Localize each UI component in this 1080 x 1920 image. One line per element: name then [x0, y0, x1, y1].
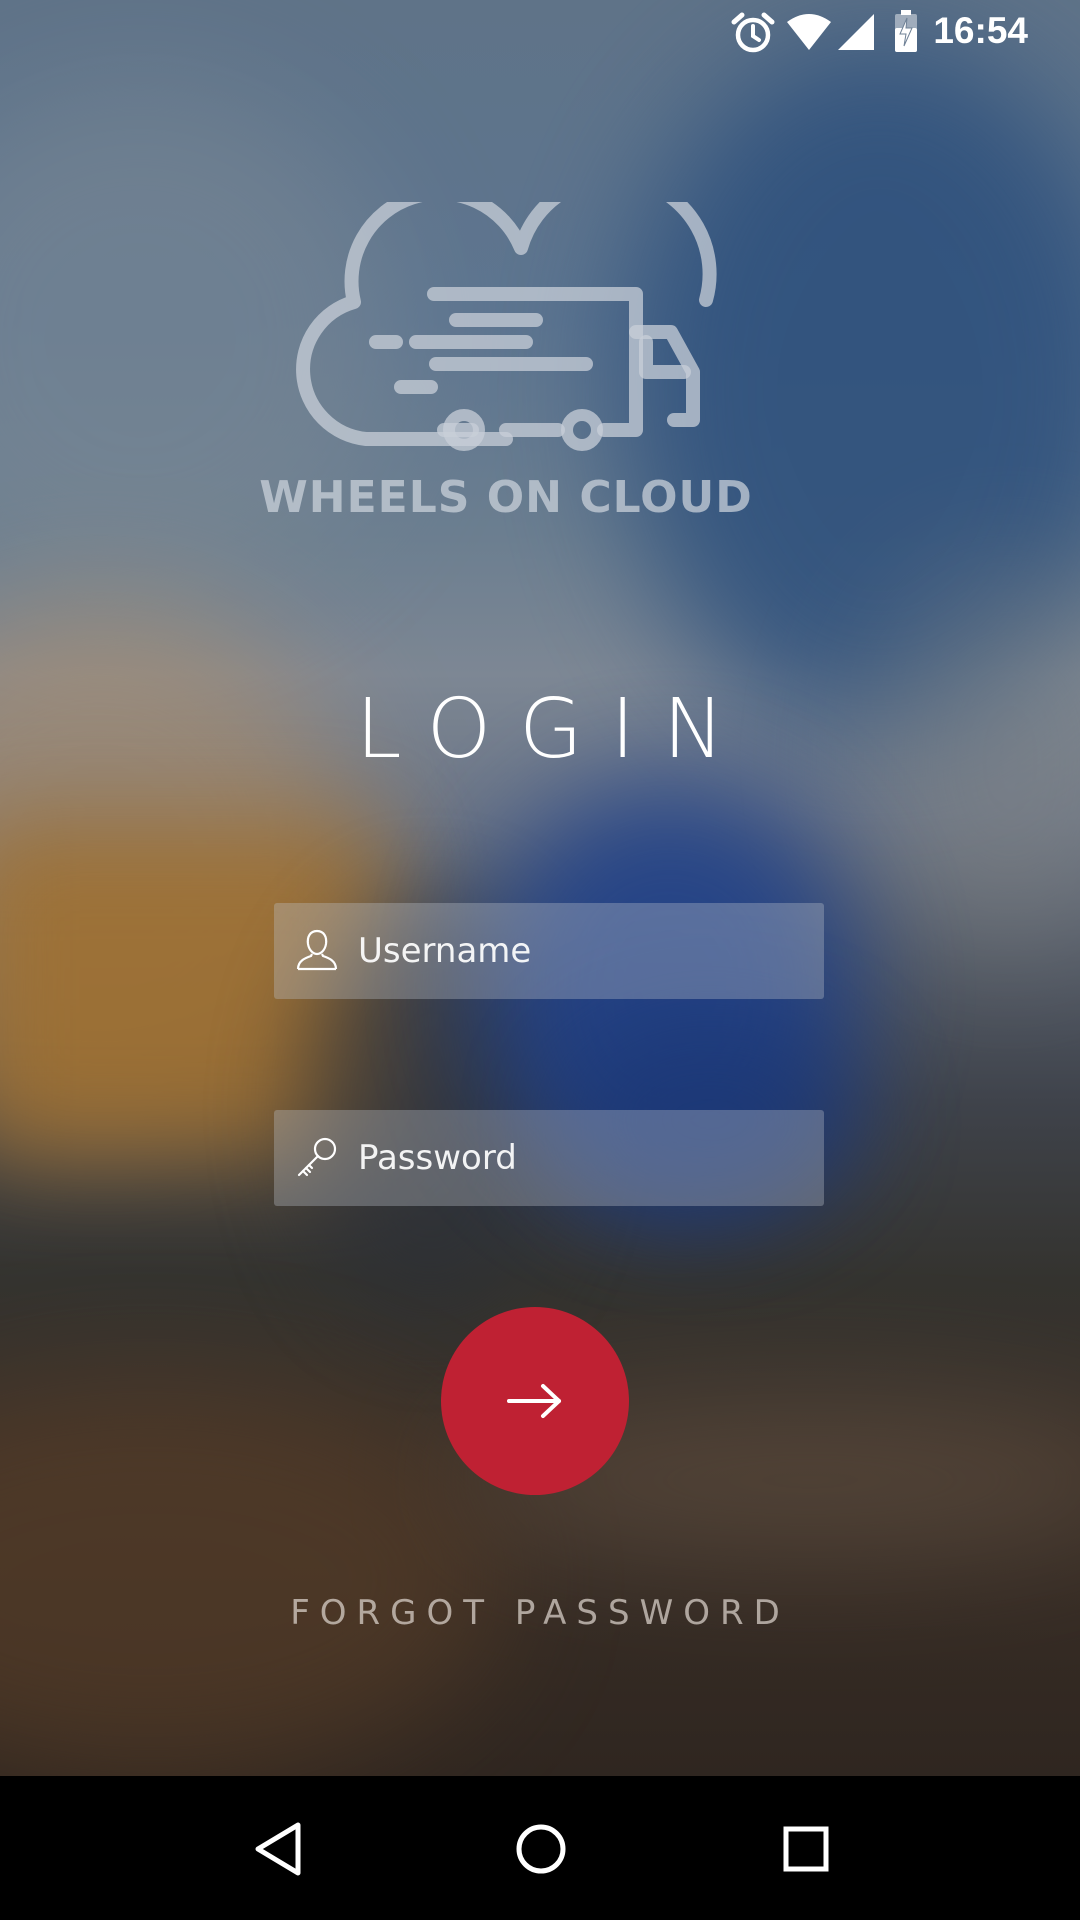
cell-signal-icon	[838, 14, 874, 50]
arrow-right-icon	[507, 1384, 561, 1418]
wifi-icon	[787, 14, 831, 50]
login-submit-button[interactable]	[441, 1307, 629, 1495]
recents-icon	[783, 1826, 829, 1872]
forgot-password-link[interactable]: FORGOT PASSWORD	[0, 1590, 1080, 1636]
login-screen: 16:54 WHEELS ON CLOUD LOGIN Username FOR…	[0, 0, 1080, 1920]
clock: 16:54	[933, 10, 1028, 51]
battery-charging-icon	[895, 10, 917, 52]
home-icon	[516, 1824, 566, 1874]
key-icon	[297, 1137, 337, 1177]
home-button[interactable]	[506, 1814, 576, 1884]
alarm-icon	[731, 12, 775, 53]
status-bar: 16:54	[0, 0, 1080, 63]
brand-name: WHEELS ON CLOUD	[259, 472, 753, 523]
password-input[interactable]	[358, 1110, 808, 1206]
password-field[interactable]	[274, 1110, 824, 1206]
username-field[interactable]	[274, 903, 824, 999]
back-button[interactable]	[243, 1814, 313, 1884]
username-input[interactable]	[358, 903, 808, 999]
back-icon	[255, 1822, 301, 1876]
user-icon	[296, 929, 338, 971]
page-title: LOGIN	[355, 682, 753, 777]
cloud-truck-logo	[296, 202, 717, 451]
recents-button[interactable]	[771, 1814, 841, 1884]
navigation-bar	[0, 1776, 1080, 1920]
